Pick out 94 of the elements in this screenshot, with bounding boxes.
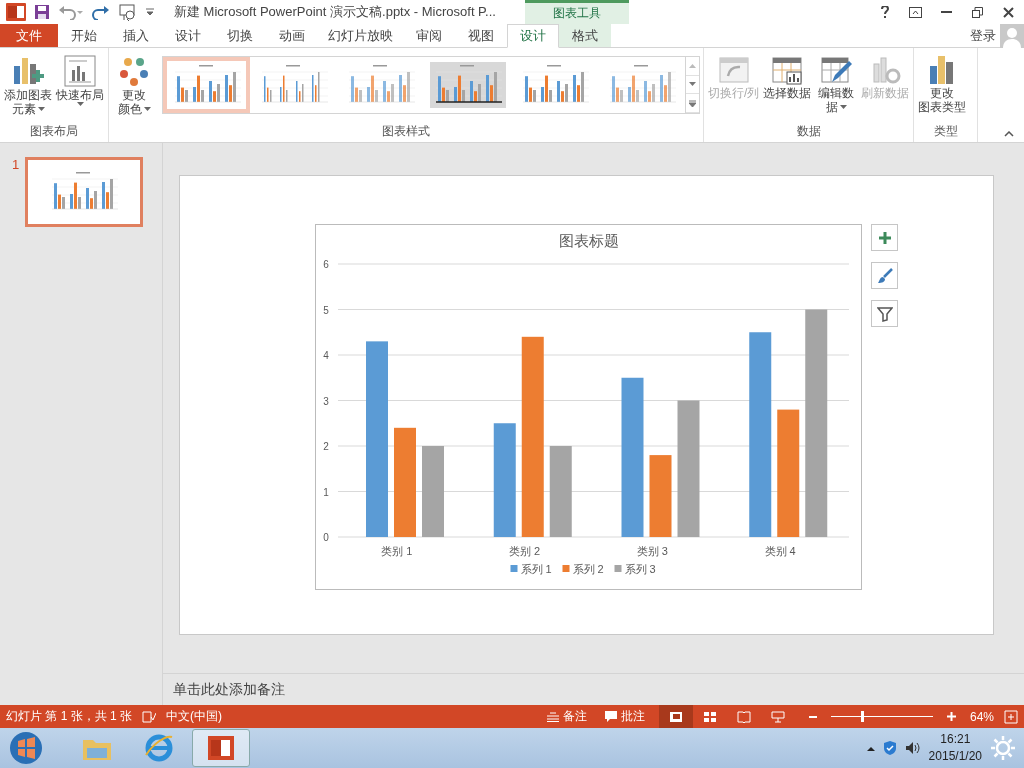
ribbon-button[interactable]: 编辑数 据 <box>814 52 859 116</box>
ribbon-button[interactable]: 选择数据 <box>762 52 813 102</box>
group-label: 数据 <box>796 123 821 140</box>
ribbon-button[interactable]: 更改 图表类型 <box>917 52 968 116</box>
ribbon-tab[interactable]: 视图 <box>455 24 507 47</box>
window-title: 新建 Microsoft PowerPoint 演示文稿.pptx - Microsoft P... <box>174 3 496 21</box>
category-label: 类别 1 <box>381 545 413 557</box>
projector-icon <box>770 710 785 723</box>
chart[interactable]: 图表标题 0 1 2 3 4 5 6 类别 1 类别 2 类别 3 类别 4 系列 1 系列 2 系列 3 <box>315 224 862 590</box>
filter-button[interactable] <box>871 300 898 327</box>
save-icon[interactable] <box>34 4 50 20</box>
group-label: 图表样式 <box>382 123 430 140</box>
shield-icon[interactable] <box>882 740 897 756</box>
expand-icon <box>689 99 696 107</box>
axis-tick-label: 3 <box>323 395 329 407</box>
ribbon-tab[interactable]: 审阅 <box>403 24 455 47</box>
comment-icon <box>604 711 617 722</box>
undo-icon[interactable] <box>58 4 84 20</box>
slide-thumbnail[interactable] <box>25 157 144 227</box>
ribbon-tab[interactable]: 文件 <box>0 24 58 47</box>
grid-view-icon <box>702 710 717 723</box>
notes-icon <box>546 711 559 722</box>
presentation-icon[interactable] <box>118 3 138 21</box>
redo-icon[interactable] <box>92 4 110 20</box>
ribbon-tab[interactable]: 设计 <box>507 24 559 48</box>
group-label: 类型 <box>933 123 958 140</box>
browser-icon <box>144 733 174 763</box>
brush-icon <box>876 267 893 284</box>
axis-tick-label: 1 <box>323 486 329 498</box>
axis-tick-label: 2 <box>323 441 329 452</box>
zoom-level[interactable]: 64% <box>969 709 994 724</box>
ribbon-tab[interactable]: 开始 <box>58 24 110 47</box>
book-icon <box>736 710 751 723</box>
up-arrow-icon <box>689 63 696 69</box>
help-icon <box>879 6 890 18</box>
slide-counter: 幻灯片 第 1 张，共 1 张 <box>6 708 133 725</box>
ribbon-button[interactable]: 快速布局 <box>55 52 105 108</box>
group-label: 图表布局 <box>30 123 78 140</box>
ribbon-button[interactable]: 添加图表 元素 <box>3 52 53 118</box>
ribbon-tab[interactable]: 插入 <box>110 24 162 47</box>
close-icon <box>1003 6 1014 18</box>
ribbon-button[interactable]: 更改 颜色 <box>112 52 156 118</box>
slide-number: 1 <box>12 157 20 172</box>
proofing-icon[interactable] <box>142 710 157 723</box>
filter-icon <box>876 305 893 322</box>
category-label: 类别 2 <box>509 545 541 557</box>
ribbon-tab[interactable]: 动画 <box>266 24 318 47</box>
chart-styles-button[interactable] <box>871 262 898 289</box>
legend-swatch <box>614 565 622 572</box>
chart-layout-icon <box>64 54 96 88</box>
notes-placeholder: 单击此处添加备注 <box>173 680 285 699</box>
normal-view-icon <box>668 710 683 723</box>
legend-label: 系列 1 <box>520 563 552 575</box>
legend-label: 系列 2 <box>572 563 604 575</box>
minimize-icon <box>941 11 952 13</box>
clock[interactable]: 16:21 2015/1/20 <box>928 731 982 765</box>
sign-in-link[interactable]: 登录 <box>970 26 996 45</box>
chart-title: 图表标题 <box>558 232 619 249</box>
axis-tick-label: 5 <box>323 304 329 316</box>
ribbon-tab[interactable]: 设计 <box>162 24 214 47</box>
context-tab-group: 图表工具 <box>525 0 629 24</box>
fit-slide-icon[interactable] <box>1004 709 1018 724</box>
presentation-app-icon <box>206 734 236 762</box>
tray-expand-icon[interactable] <box>866 745 875 751</box>
table-pencil-icon <box>820 54 853 86</box>
table-chart-icon <box>771 54 804 86</box>
category-label: 类别 4 <box>764 545 796 557</box>
ribbon-tab[interactable]: 切换 <box>214 24 266 47</box>
volume-icon[interactable] <box>904 741 921 755</box>
taskbar-app[interactable] <box>192 729 250 767</box>
down-arrow-icon <box>689 82 696 87</box>
comments-button[interactable]: 批注 <box>600 708 649 725</box>
axis-tick-label: 4 <box>323 350 329 361</box>
ribbon-tab[interactable]: 格式 <box>559 24 611 47</box>
ribbon-display-icon <box>909 6 922 18</box>
customize-caret-icon[interactable] <box>146 8 154 16</box>
axis-tick-label: 0 <box>323 532 329 543</box>
plus-icon <box>877 230 892 245</box>
legend-label: 系列 3 <box>624 563 656 575</box>
zoom-thumb[interactable] <box>860 711 864 722</box>
app-logo-icon <box>6 3 26 21</box>
minus-icon <box>808 715 817 718</box>
legend-swatch <box>510 565 518 572</box>
notes-button[interactable]: 备注 <box>542 708 591 725</box>
restore-icon <box>972 6 983 18</box>
language-label[interactable]: 中文(中国) <box>166 708 223 725</box>
plus-icon <box>946 712 956 721</box>
view-button[interactable] <box>658 705 693 728</box>
axis-tick-label: 6 <box>323 259 329 270</box>
chevron-up-icon <box>1004 131 1014 137</box>
category-label: 类别 3 <box>636 545 668 557</box>
legend-swatch <box>562 565 570 572</box>
add-element-button[interactable] <box>871 224 898 251</box>
ribbon-tab[interactable]: 幻灯片放映 <box>318 24 403 47</box>
